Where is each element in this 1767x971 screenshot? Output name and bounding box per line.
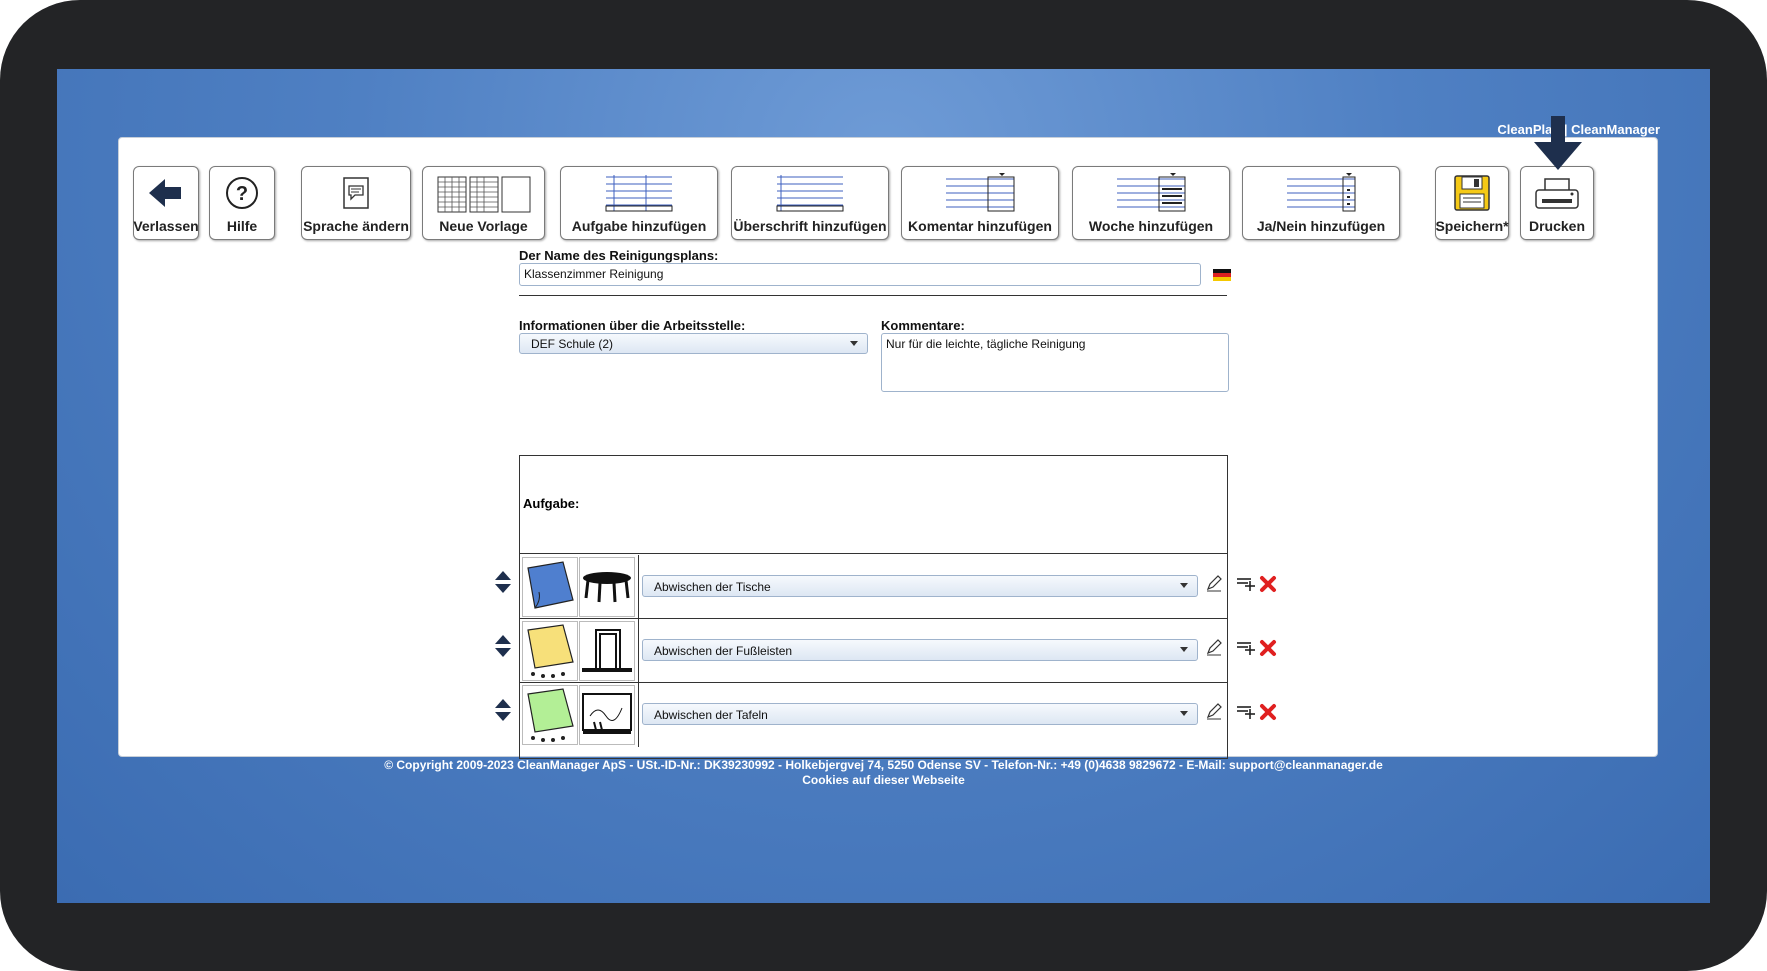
- column-divider: [638, 619, 639, 683]
- print-button[interactable]: Drucken: [1520, 166, 1594, 240]
- workplace-select[interactable]: DEF Schule (2): [519, 333, 868, 354]
- chevron-down-icon: [1180, 711, 1188, 716]
- pencil-icon[interactable]: [1205, 638, 1223, 656]
- help-label: Hilfe: [226, 218, 258, 234]
- footer: © Copyright 2009-2023 CleanManager ApS -…: [57, 758, 1710, 788]
- workplace-value: DEF Schule (2): [531, 337, 614, 351]
- move-row-icon[interactable]: [494, 698, 512, 722]
- editor-panel: Verlassen ? Hilfe Sprache ändern Neue Vo…: [118, 116, 1658, 759]
- add-week-label: Woche hinzufügen: [1088, 218, 1214, 234]
- copyright-text: © Copyright 2009-2023 CleanManager ApS -…: [384, 758, 1383, 772]
- delete-icon[interactable]: [1259, 639, 1277, 657]
- baseboard-icon[interactable]: [579, 621, 635, 681]
- document-speech-icon: [343, 167, 369, 218]
- table-row: Abwischen der Tische: [520, 555, 1227, 619]
- arrow-left-icon: [149, 167, 183, 218]
- task-select-value: Abwischen der Fußleisten: [654, 644, 793, 658]
- pencil-icon[interactable]: [1205, 702, 1223, 720]
- divider: [519, 295, 1227, 296]
- language-button[interactable]: Sprache ändern: [301, 166, 411, 240]
- chevron-down-icon: [850, 341, 858, 346]
- chevron-down-icon: [1180, 583, 1188, 588]
- plan-name-field[interactable]: Klassenzimmer Reinigung: [519, 263, 1201, 286]
- comments-textarea[interactable]: Nur für die leichte, tägliche Reinigung: [881, 333, 1229, 392]
- cloth-icon[interactable]: [522, 557, 578, 617]
- chevron-down-icon: [1180, 647, 1188, 652]
- task-header-label: Aufgabe:: [523, 496, 580, 511]
- task-select-value: Abwischen der Tafeln: [654, 708, 768, 722]
- task-select[interactable]: Abwischen der Fußleisten: [642, 639, 1198, 661]
- add-yesno-button[interactable]: Ja/Nein hinzufügen: [1242, 166, 1400, 240]
- delete-icon[interactable]: [1259, 575, 1277, 593]
- back-label: Verlassen: [133, 218, 199, 234]
- add-heading-button[interactable]: Überschrift hinzufügen: [731, 166, 889, 240]
- table-icon[interactable]: [579, 557, 635, 617]
- move-row-icon[interactable]: [494, 570, 512, 594]
- cloth-icon[interactable]: [522, 621, 578, 681]
- add-yesno-label: Ja/Nein hinzufügen: [1256, 218, 1386, 234]
- save-button[interactable]: Speichern*: [1435, 166, 1509, 240]
- comment-grid-icon: [944, 167, 1016, 218]
- task-table-header: Aufgabe:: [520, 456, 1227, 554]
- pencil-icon[interactable]: [1205, 574, 1223, 592]
- column-divider: [638, 555, 639, 619]
- new-template-label: Neue Vorlage: [439, 218, 528, 234]
- task-select[interactable]: Abwischen der Tafeln: [642, 703, 1198, 725]
- help-button[interactable]: ? Hilfe: [209, 166, 275, 240]
- comments-label: Kommentare:: [881, 318, 965, 333]
- blackboard-icon[interactable]: [579, 685, 635, 745]
- insert-row-icon[interactable]: [1236, 704, 1256, 720]
- workplace-label: Informationen über die Arbeitsstelle:: [519, 318, 746, 333]
- printer-icon: [1533, 167, 1581, 218]
- floppy-disk-icon: [1454, 167, 1490, 218]
- task-select[interactable]: Abwischen der Tische: [642, 575, 1198, 597]
- back-button[interactable]: Verlassen: [133, 166, 199, 240]
- svg-text:?: ?: [236, 183, 248, 205]
- save-label: Speichern*: [1435, 218, 1509, 234]
- task-grid-icon: [604, 167, 674, 218]
- german-flag-icon[interactable]: [1213, 269, 1231, 281]
- move-row-icon[interactable]: [494, 634, 512, 658]
- device-frame: CleanPlan | CleanManager Verlassen ? Hil…: [0, 0, 1767, 971]
- add-task-button[interactable]: Aufgabe hinzufügen: [560, 166, 718, 240]
- table-row: Abwischen der Fußleisten: [520, 619, 1227, 683]
- add-week-button[interactable]: Woche hinzufügen: [1072, 166, 1230, 240]
- task-select-value: Abwischen der Tische: [654, 580, 771, 594]
- add-comment-label: Komentar hinzufügen: [908, 218, 1052, 234]
- yesno-grid-icon: [1285, 167, 1357, 218]
- week-grid-icon: [1115, 167, 1187, 218]
- cookies-link[interactable]: Cookies auf dieser Webseite: [57, 773, 1710, 788]
- add-task-label: Aufgabe hinzufügen: [571, 218, 707, 234]
- add-comment-button[interactable]: Komentar hinzufügen: [901, 166, 1059, 240]
- new-template-button[interactable]: Neue Vorlage: [422, 166, 545, 240]
- delete-icon[interactable]: [1259, 703, 1277, 721]
- templates-icon: [436, 167, 532, 218]
- app-screen: CleanPlan | CleanManager Verlassen ? Hil…: [57, 69, 1710, 903]
- plan-name-label: Der Name des Reinigungsplans:: [519, 248, 719, 263]
- print-label: Drucken: [1528, 218, 1586, 234]
- language-label: Sprache ändern: [303, 218, 409, 234]
- column-divider: [638, 683, 639, 747]
- table-row: Abwischen der Tafeln: [520, 683, 1227, 747]
- insert-row-icon[interactable]: [1236, 576, 1256, 592]
- task-table: Aufgabe: Abwischen der Tische Abwischen …: [519, 455, 1228, 759]
- insert-row-icon[interactable]: [1236, 640, 1256, 656]
- add-heading-label: Überschrift hinzufügen: [733, 218, 887, 234]
- arrow-down-icon: [1534, 116, 1582, 170]
- heading-grid-icon: [775, 167, 845, 218]
- cloth-icon[interactable]: [522, 685, 578, 745]
- question-icon: ?: [225, 167, 259, 218]
